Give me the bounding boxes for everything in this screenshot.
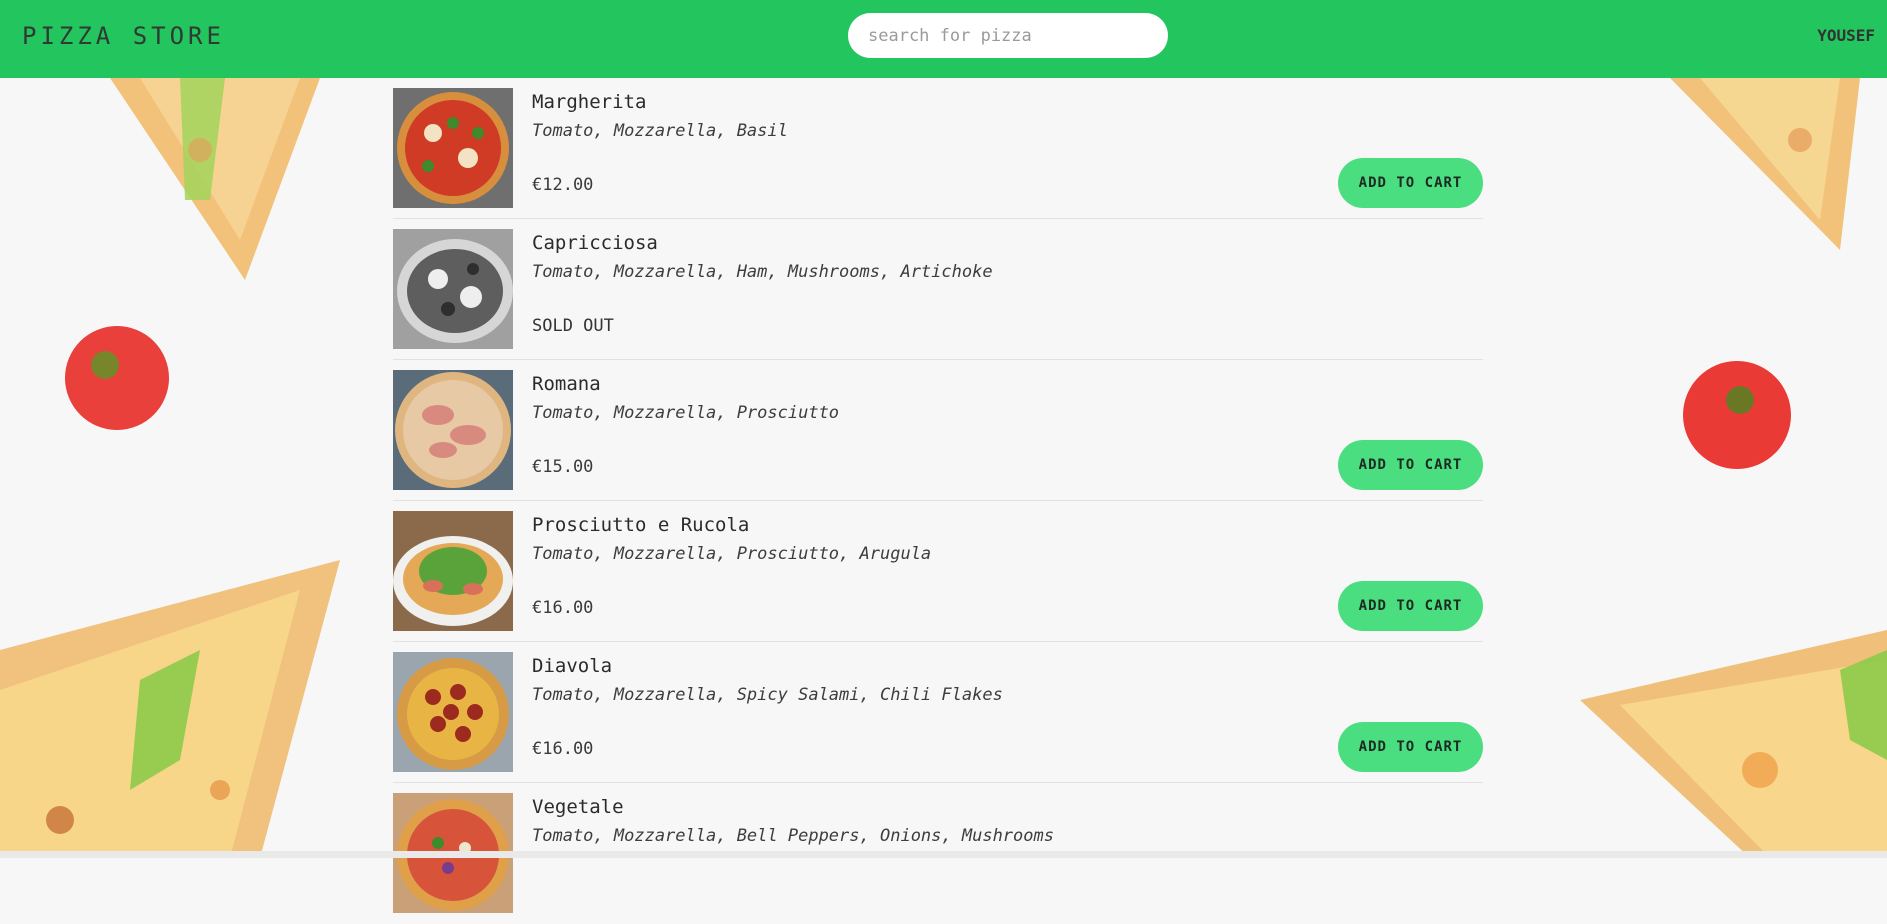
pizza-menu-list: Margherita Tomato, Mozzarella, Basil €12… (393, 78, 1483, 924)
pizza-slice-decoration (110, 78, 320, 280)
pizza-name: Vegetale (532, 796, 624, 818)
pizza-ingredients: Tomato, Mozzarella, Basil (532, 121, 788, 141)
menu-item: Romana Tomato, Mozzarella, Prosciutto €1… (393, 360, 1483, 501)
pizza-name: Prosciutto e Rucola (532, 514, 750, 536)
pizza-price: €15.00 (532, 457, 594, 477)
pizza-ingredients: Tomato, Mozzarella, Bell Peppers, Onions… (532, 826, 1054, 846)
menu-item: Prosciutto e Rucola Tomato, Mozzarella, … (393, 501, 1483, 642)
pizza-name: Margherita (532, 91, 647, 113)
pizza-price: €12.00 (532, 175, 594, 195)
menu-item: Diavola Tomato, Mozzarella, Spicy Salami… (393, 642, 1483, 783)
pizza-image (393, 370, 513, 490)
user-name[interactable]: YOUSEF (1817, 26, 1875, 45)
pizza-image (393, 229, 513, 349)
menu-item: Capricciosa Tomato, Mozzarella, Ham, Mus… (393, 219, 1483, 360)
add-to-cart-button[interactable]: ADD TO CART (1338, 581, 1483, 631)
top-navbar: PIZZA STORE YOUSEF (0, 0, 1887, 78)
tomato-decoration (65, 326, 169, 430)
pizza-image (393, 88, 513, 208)
add-to-cart-button[interactable]: ADD TO CART (1338, 722, 1483, 772)
sold-out-label: SOLD OUT (532, 316, 614, 336)
tomato-decoration (1683, 361, 1791, 469)
pizza-name: Romana (532, 373, 601, 395)
pizza-ingredients: Tomato, Mozzarella, Ham, Mushrooms, Arti… (532, 262, 993, 282)
menu-item: Margherita Tomato, Mozzarella, Basil €12… (393, 78, 1483, 219)
add-to-cart-button[interactable]: ADD TO CART (1338, 158, 1483, 208)
pizza-slice-decoration (0, 560, 340, 858)
pizza-image (393, 652, 513, 772)
pizza-name: Diavola (532, 655, 613, 677)
pizza-ingredients: Tomato, Mozzarella, Prosciutto (532, 403, 840, 423)
pizza-ingredients: Tomato, Mozzarella, Spicy Salami, Chili … (532, 685, 1003, 705)
pizza-price: €16.00 (532, 739, 594, 759)
search-input[interactable] (848, 13, 1168, 58)
pizza-slice-decoration (1670, 78, 1860, 250)
pizza-name: Capricciosa (532, 232, 658, 254)
horizontal-scrollbar[interactable] (0, 851, 1887, 858)
pizza-slice-decoration (1580, 630, 1887, 858)
pizza-image (393, 511, 513, 631)
pizza-ingredients: Tomato, Mozzarella, Prosciutto, Arugula (532, 544, 932, 564)
pizza-price: €16.00 (532, 598, 594, 618)
store-logo[interactable]: PIZZA STORE (22, 22, 225, 50)
add-to-cart-button[interactable]: ADD TO CART (1338, 440, 1483, 490)
